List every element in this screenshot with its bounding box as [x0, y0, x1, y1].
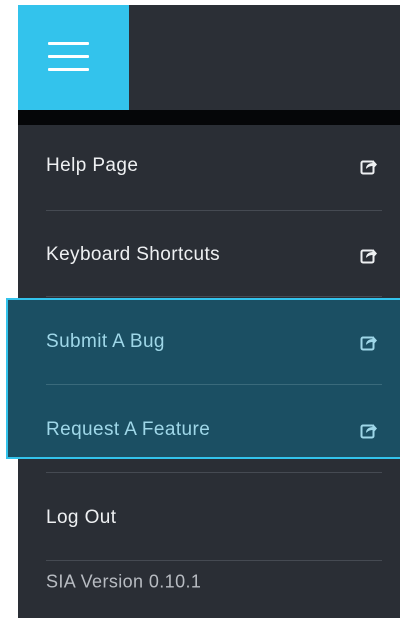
menu-item-label: Keyboard Shortcuts [46, 244, 221, 265]
external-link-icon [360, 249, 377, 264]
divider [46, 472, 382, 473]
menu-item-request-a-feature[interactable]: Request A Feature [18, 386, 400, 474]
menu-item-label: Log Out [46, 507, 117, 528]
menu-item-label: Help Page [46, 155, 139, 176]
external-link-icon [360, 160, 377, 175]
divider [46, 296, 382, 297]
version-text: SIA Version 0.10.1 [46, 571, 202, 592]
menu-item-submit-a-bug[interactable]: Submit A Bug [18, 298, 400, 386]
menu-toggle-button[interactable] [18, 5, 129, 110]
external-link-icon [360, 424, 377, 439]
menu-header [18, 5, 400, 110]
divider [46, 560, 382, 561]
menu-item-help-page[interactable]: Help Page [18, 122, 400, 210]
menu-item-log-out[interactable]: Log Out [18, 474, 400, 562]
external-link-icon [360, 336, 377, 351]
menu-item-label: Submit A Bug [46, 331, 165, 352]
divider [46, 384, 382, 385]
menu-item-label: Request A Feature [46, 419, 211, 440]
menu-item-keyboard-shortcuts[interactable]: Keyboard Shortcuts [18, 211, 400, 299]
